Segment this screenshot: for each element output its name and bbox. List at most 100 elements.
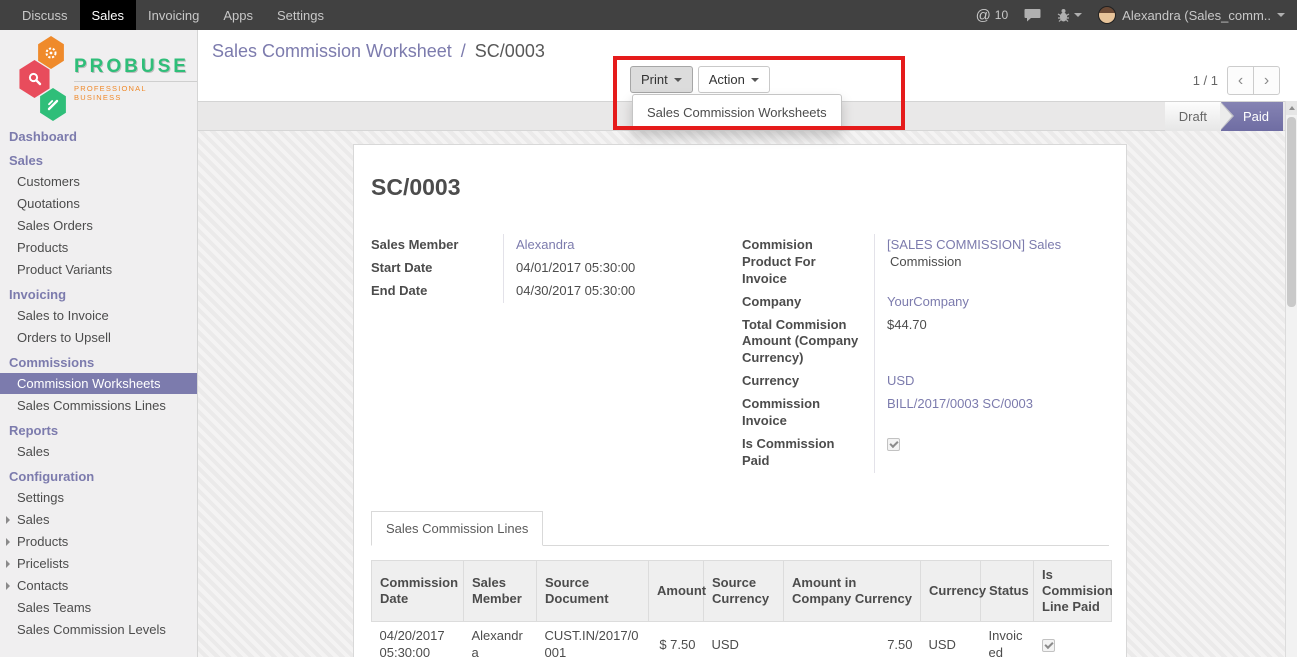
sidebar-item-label: Commissions (9, 355, 94, 370)
sidebar-item[interactable]: Commissions (0, 353, 197, 372)
field-value: YourCompany (874, 291, 1109, 314)
messages-button[interactable] (1024, 8, 1041, 22)
sidebar-item-label: Customers (17, 174, 80, 189)
column-header[interactable]: Commission Date (372, 560, 464, 622)
field-value: BILL/2017/0003 SC/0003 (874, 393, 1109, 433)
field-label: Is Commission Paid (742, 433, 874, 473)
column-header[interactable]: Status (981, 560, 1034, 622)
sidebar-item[interactable]: Invoicing (0, 285, 197, 304)
topbar-menu-label: Settings (277, 8, 324, 23)
field-value-link[interactable]: Alexandra (516, 237, 575, 252)
debug-menu-button[interactable] (1057, 8, 1082, 22)
sidebar-item[interactable]: Sales Commission Levels (0, 619, 197, 640)
sidebar-item[interactable]: Dashboard (0, 127, 197, 146)
sidebar-item[interactable]: Commission Worksheets (0, 373, 197, 394)
breadcrumb-current: SC/0003 (475, 41, 545, 61)
pager-next-button[interactable]: › (1253, 66, 1280, 95)
sidebar-item[interactable]: Quotations (0, 193, 197, 214)
sidebar-item[interactable]: Settings (0, 487, 197, 508)
expander-arrow-icon[interactable] (6, 538, 10, 546)
column-header-label: Amount (657, 583, 706, 598)
topbar-menu-item[interactable]: Sales (80, 0, 137, 30)
sidebar-item[interactable]: Sales Commissions Lines (0, 395, 197, 416)
field-checkbox[interactable] (887, 438, 900, 451)
cell-amount: $ 7.50 (659, 637, 695, 652)
topbar-menu-item[interactable]: Invoicing (136, 0, 211, 30)
sidebar-item[interactable]: Sales (0, 441, 197, 462)
topbar-menu-item[interactable]: Apps (211, 0, 265, 30)
content: Sales Commission Worksheet / SC/0003 Pri… (198, 30, 1297, 657)
tab-sales-commission-lines[interactable]: Sales Commission Lines (371, 511, 543, 546)
field-value-link[interactable]: [SALES COMMISSION] Sales (887, 237, 1061, 252)
column-header-label: Source Document (545, 575, 609, 606)
notebook: Sales Commission Lines Com (371, 511, 1109, 657)
scrollbar-up-arrow[interactable] (1286, 101, 1297, 115)
topbar-menu-item[interactable]: Settings (265, 0, 336, 30)
content-body: Draft Paid SC/0003 Sales Member Alexandr… (198, 101, 1285, 657)
expander-arrow-icon[interactable] (6, 582, 10, 590)
sidebar-item-label: Sales (17, 512, 50, 527)
sidebar-item[interactable]: Sales Orders (0, 215, 197, 236)
sidebar-item[interactable]: Sales to Invoice (0, 305, 197, 326)
sidebar-item-label: Pricelists (17, 556, 69, 571)
field-row: Commission Invoice BILL/2017/0003 SC/000… (742, 393, 1109, 433)
sidebar-item-label: Sales (9, 153, 43, 168)
column-header[interactable]: Source Currency (704, 560, 784, 622)
print-button[interactable]: Print (630, 66, 693, 93)
status-step[interactable]: Draft (1165, 102, 1221, 131)
sidebar-item-label: Commission Worksheets (17, 376, 161, 391)
sidebar-item[interactable]: Orders to Upsell (0, 327, 197, 348)
topbar-menu-item[interactable]: Discuss (10, 0, 80, 30)
field-group-right: Commision Product For Invoice [SALES COM… (742, 234, 1109, 473)
cell-commission-date: 04/20/2017 05:30:00 (380, 628, 445, 657)
breadcrumb-separator: / (461, 41, 466, 61)
action-buttons: Print Action (630, 66, 770, 93)
user-menu[interactable]: Alexandra (Sales_comm.. (1098, 6, 1285, 24)
column-header-label: Status (989, 583, 1029, 598)
sidebar-item-label: Sales Commission Levels (17, 622, 166, 637)
logo-title: PROBUSE (74, 56, 197, 78)
sidebar-item[interactable]: Reports (0, 421, 197, 440)
sidebar-item-label: Settings (17, 490, 64, 505)
sidebar-item[interactable]: Sales (0, 151, 197, 170)
column-header[interactable]: Amount in Company Currency (784, 560, 921, 622)
sidebar-item-label: Products (17, 240, 68, 255)
sidebar-item[interactable]: Products (0, 237, 197, 258)
scrollbar-thumb[interactable] (1287, 117, 1296, 307)
line-paid-checkbox[interactable] (1042, 639, 1055, 652)
table-row[interactable]: 04/20/2017 05:30:00 Alexandra CUST.IN/20… (372, 622, 1112, 657)
field-value-text: 04/01/2017 05:30:00 (516, 260, 635, 275)
status-step-label: Draft (1179, 109, 1207, 124)
column-header[interactable]: Source Document (537, 560, 649, 622)
print-dropdown-menu: Sales Commission Worksheets (632, 94, 842, 131)
sidebar-item[interactable]: Sales Teams (0, 597, 197, 618)
expander-arrow-icon[interactable] (6, 516, 10, 524)
field-value-extra: Commission (890, 254, 962, 269)
sidebar-item[interactable]: Products (0, 531, 197, 552)
sidebar-item[interactable]: Contacts (0, 575, 197, 596)
sidebar-item[interactable]: Product Variants (0, 259, 197, 280)
sidebar-item[interactable]: Configuration (0, 467, 197, 486)
column-header[interactable]: Sales Member (464, 560, 537, 622)
scrollbar[interactable] (1285, 101, 1297, 657)
column-header[interactable]: Is Commision Line Paid (1034, 560, 1112, 622)
record-title: SC/0003 (371, 174, 1109, 201)
pager-previous-button[interactable]: ‹ (1227, 66, 1254, 95)
column-header[interactable]: Currency (921, 560, 981, 622)
mentions-counter[interactable]: @ 10 (976, 7, 1009, 24)
topbar-right: @ 10 Alexandra (Sales_comm.. (976, 0, 1297, 30)
dropdown-item[interactable]: Sales Commission Worksheets (633, 99, 841, 126)
sidebar-item[interactable]: Customers (0, 171, 197, 192)
field-value-link[interactable]: YourCompany (887, 294, 969, 309)
cell-amount-company: 7.50 (887, 637, 912, 652)
action-button[interactable]: Action (698, 66, 770, 93)
expander-arrow-icon[interactable] (6, 560, 10, 568)
field-value-link[interactable]: USD (887, 373, 914, 388)
breadcrumb-parent-link[interactable]: Sales Commission Worksheet (212, 41, 452, 61)
sidebar-item[interactable]: Pricelists (0, 553, 197, 574)
field-value (874, 433, 1109, 473)
field-value-link[interactable]: BILL/2017/0003 SC/0003 (887, 396, 1033, 411)
sidebar-item[interactable]: Sales (0, 509, 197, 530)
column-header[interactable]: Amount (649, 560, 704, 622)
column-header-label: Amount in Company Currency (792, 575, 912, 606)
